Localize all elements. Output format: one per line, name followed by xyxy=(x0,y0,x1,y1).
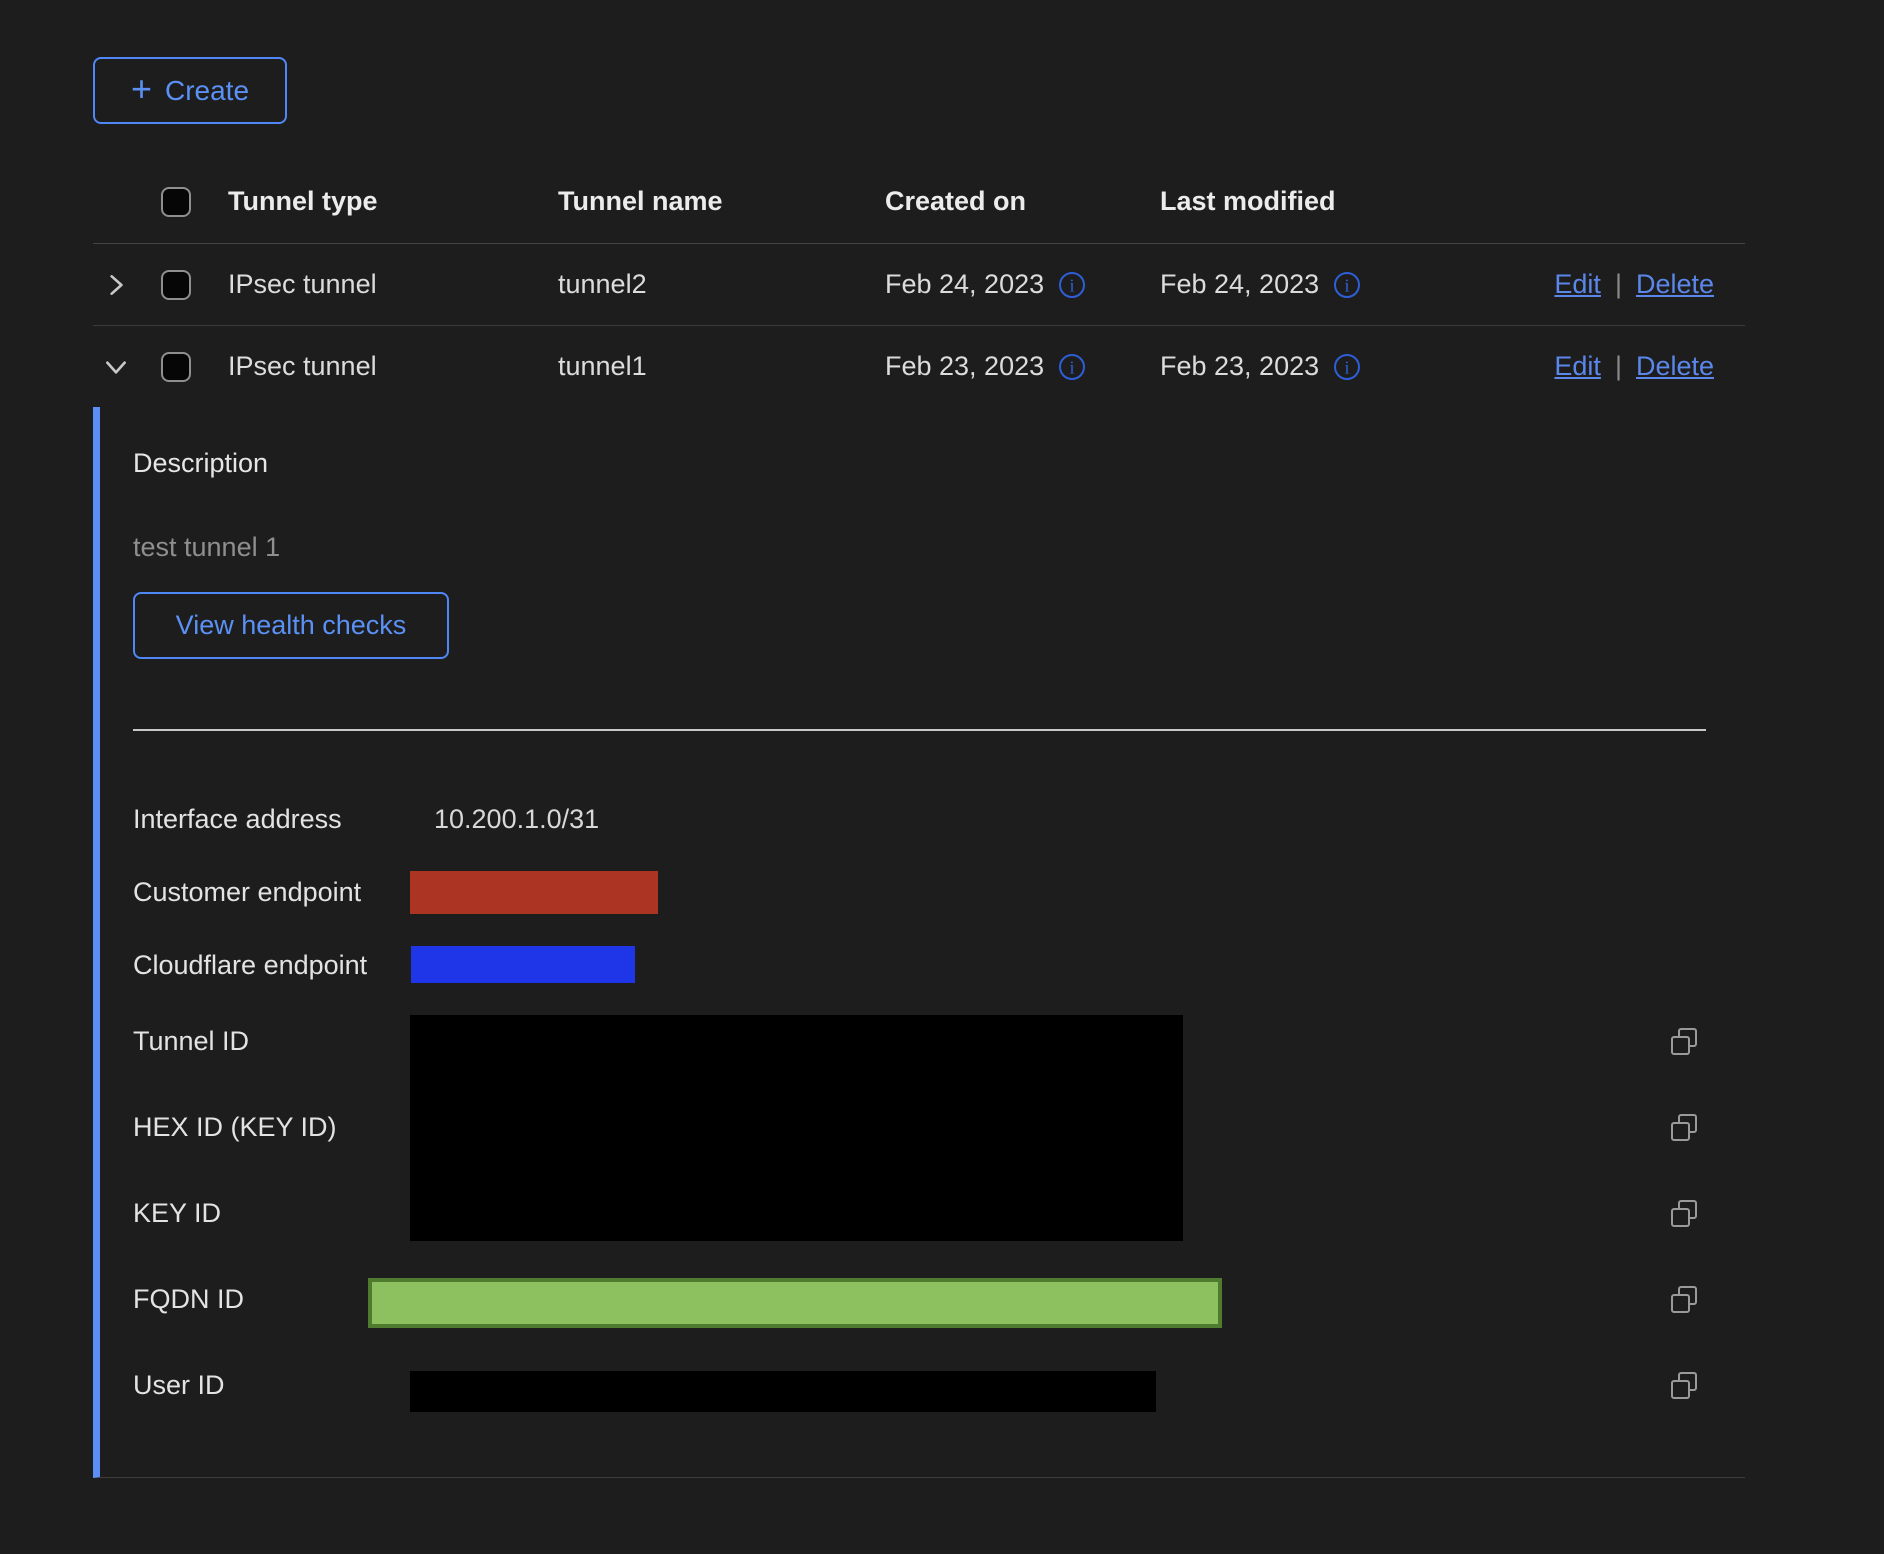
table-header-row: Tunnel type Tunnel name Created on Last … xyxy=(93,160,1745,243)
edit-link[interactable]: Edit xyxy=(1554,269,1601,300)
expand-row-button[interactable] xyxy=(101,270,131,300)
row-checkbox[interactable] xyxy=(161,352,191,382)
svg-text:i: i xyxy=(1345,275,1350,295)
create-button[interactable]: + Create xyxy=(93,57,287,124)
cell-tunnel-name: tunnel1 xyxy=(558,351,885,382)
description-label: Description xyxy=(133,448,268,479)
copy-fqdn-id-button[interactable] xyxy=(1668,1284,1700,1316)
create-button-label: Create xyxy=(165,75,249,107)
delete-link[interactable]: Delete xyxy=(1636,351,1714,382)
created-date: Feb 24, 2023 xyxy=(885,269,1044,300)
plus-icon: + xyxy=(131,71,152,107)
info-icon[interactable]: i xyxy=(1057,270,1087,300)
select-all-checkbox[interactable] xyxy=(161,187,191,217)
cloudflare-endpoint-redacted-value xyxy=(411,946,635,983)
interface-address-label: Interface address xyxy=(133,803,342,835)
delete-link[interactable]: Delete xyxy=(1636,269,1714,300)
cell-tunnel-type: IPsec tunnel xyxy=(228,269,558,300)
chevron-down-icon xyxy=(103,354,129,380)
fqdn-id-label: FQDN ID xyxy=(133,1283,244,1315)
ids-redacted-value xyxy=(410,1015,1183,1241)
created-date: Feb 23, 2023 xyxy=(885,351,1044,382)
description-value: test tunnel 1 xyxy=(133,532,280,563)
fqdn-id-redacted-value xyxy=(368,1278,1222,1328)
view-health-checks-button[interactable]: View health checks xyxy=(133,592,449,659)
col-tunnel-name: Tunnel name xyxy=(558,186,885,217)
col-tunnel-type: Tunnel type xyxy=(228,186,558,217)
action-separator: | xyxy=(1615,351,1622,382)
table-row: IPsec tunnel tunnel1 Feb 23, 2023 i Feb … xyxy=(93,325,1745,407)
tunnel-detail-panel: Description test tunnel 1 View health ch… xyxy=(93,407,1745,1478)
cell-tunnel-name: tunnel2 xyxy=(558,269,885,300)
cell-created-on: Feb 24, 2023 i xyxy=(885,269,1160,300)
collapse-row-button[interactable] xyxy=(101,352,131,382)
svg-text:i: i xyxy=(1070,357,1075,377)
cell-last-modified: Feb 24, 2023 i xyxy=(1160,269,1540,300)
user-id-label: User ID xyxy=(133,1369,225,1401)
tunnels-page: { "create_button": { "plus_sign": "+", "… xyxy=(0,0,1884,1554)
copy-hex-id-button[interactable] xyxy=(1668,1112,1700,1144)
cell-actions: Edit | Delete xyxy=(1554,269,1745,300)
copy-user-id-button[interactable] xyxy=(1668,1370,1700,1402)
info-icon[interactable]: i xyxy=(1057,352,1087,382)
copy-icon xyxy=(1668,1370,1700,1402)
row-checkbox[interactable] xyxy=(161,270,191,300)
copy-icon xyxy=(1668,1284,1700,1316)
tunnel-id-label: Tunnel ID xyxy=(133,1025,249,1057)
copy-icon xyxy=(1668,1112,1700,1144)
customer-endpoint-label: Customer endpoint xyxy=(133,876,361,908)
section-divider xyxy=(133,729,1706,731)
modified-date: Feb 23, 2023 xyxy=(1160,351,1319,382)
action-separator: | xyxy=(1615,269,1622,300)
table-row: IPsec tunnel tunnel2 Feb 24, 2023 i Feb … xyxy=(93,243,1745,325)
copy-tunnel-id-button[interactable] xyxy=(1668,1026,1700,1058)
copy-icon xyxy=(1668,1026,1700,1058)
svg-text:i: i xyxy=(1345,357,1350,377)
interface-address-value: 10.200.1.0/31 xyxy=(434,803,599,835)
user-id-redacted-value xyxy=(410,1371,1156,1412)
modified-date: Feb 24, 2023 xyxy=(1160,269,1319,300)
col-last-modified: Last modified xyxy=(1160,186,1540,217)
info-icon[interactable]: i xyxy=(1332,352,1362,382)
cloudflare-endpoint-label: Cloudflare endpoint xyxy=(133,949,367,981)
cell-tunnel-type: IPsec tunnel xyxy=(228,351,558,382)
copy-icon xyxy=(1668,1198,1700,1230)
key-id-label: KEY ID xyxy=(133,1197,221,1229)
hex-id-label: HEX ID (KEY ID) xyxy=(133,1111,337,1143)
cell-created-on: Feb 23, 2023 i xyxy=(885,351,1160,382)
customer-endpoint-redacted-value xyxy=(410,871,658,914)
tunnels-table: Tunnel type Tunnel name Created on Last … xyxy=(93,160,1745,407)
cell-last-modified: Feb 23, 2023 i xyxy=(1160,351,1540,382)
info-icon[interactable]: i xyxy=(1332,270,1362,300)
cell-actions: Edit | Delete xyxy=(1554,351,1745,382)
chevron-right-icon xyxy=(103,272,129,298)
edit-link[interactable]: Edit xyxy=(1554,351,1601,382)
copy-key-id-button[interactable] xyxy=(1668,1198,1700,1230)
svg-text:i: i xyxy=(1070,275,1075,295)
col-created-on: Created on xyxy=(885,186,1160,217)
